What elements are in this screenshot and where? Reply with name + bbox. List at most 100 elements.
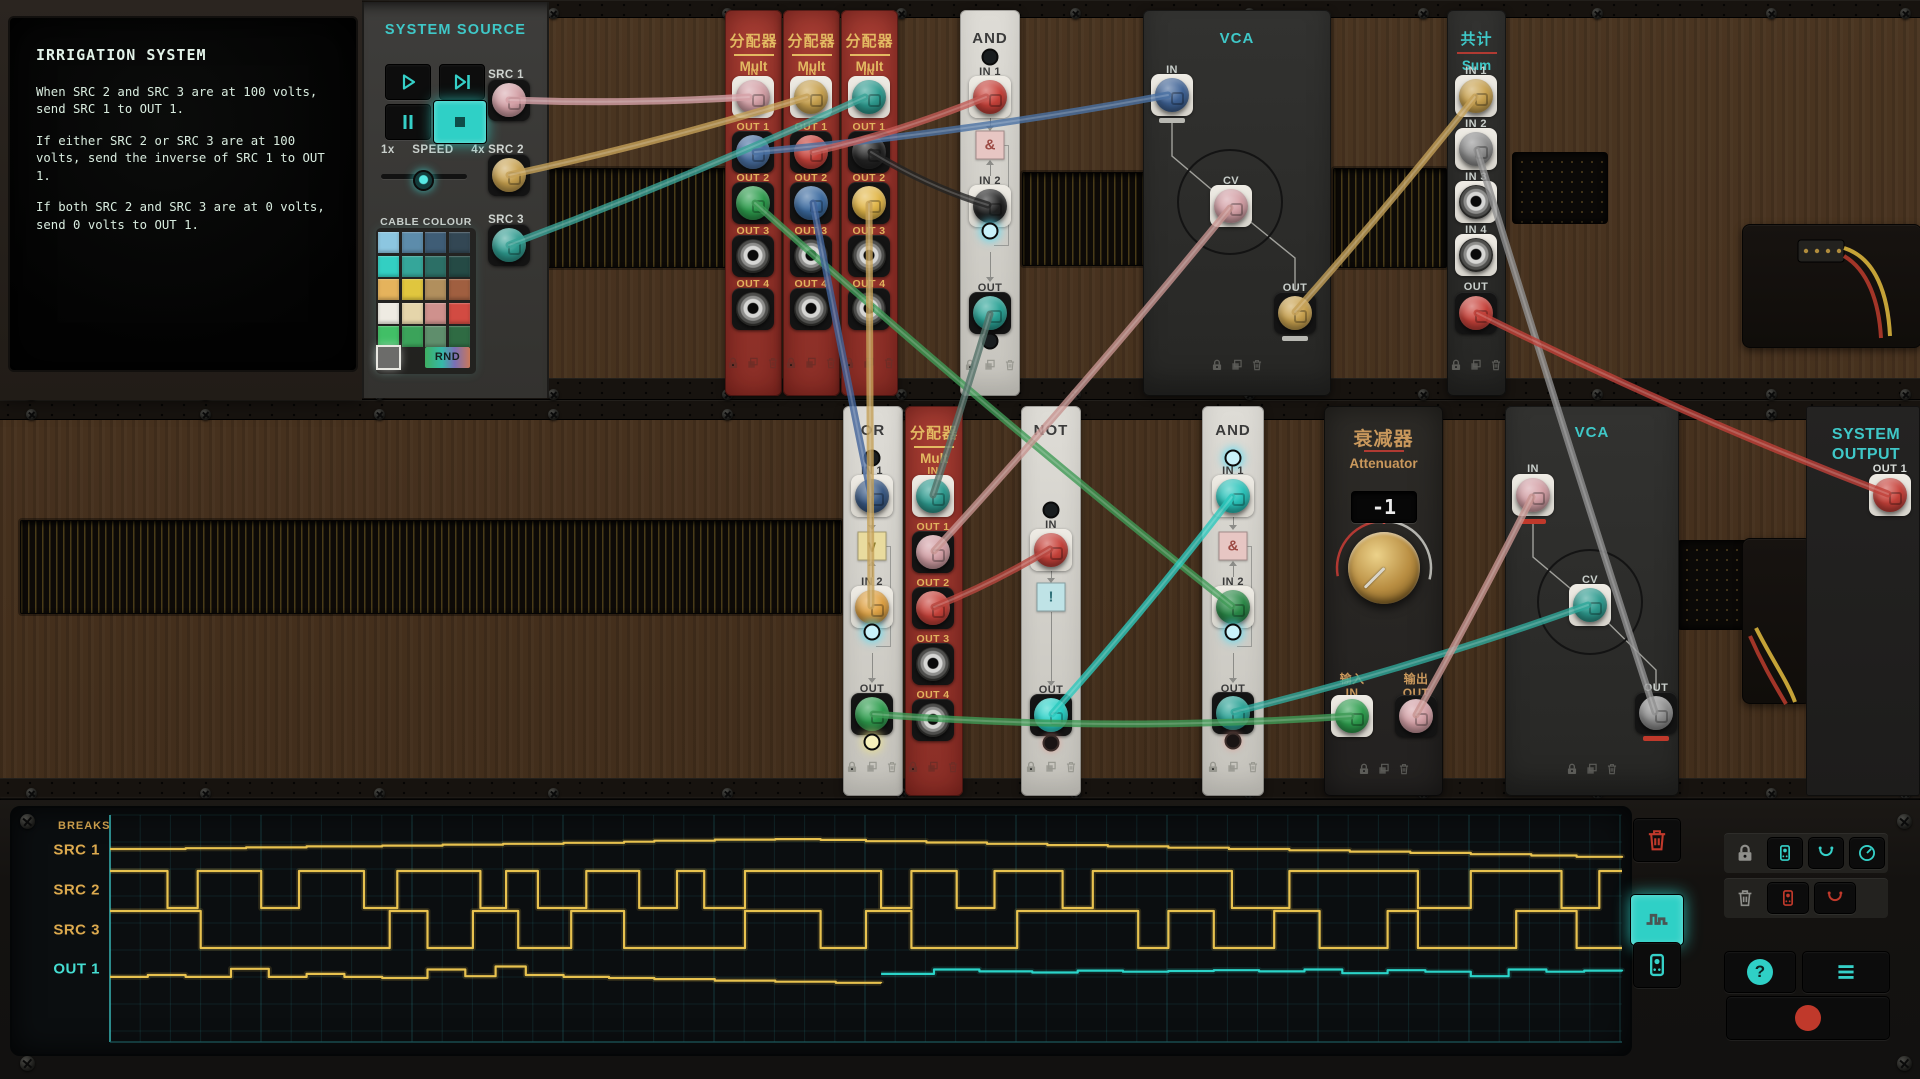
record-button[interactable] [1726, 996, 1890, 1040]
cable-colour-swatch[interactable] [449, 279, 470, 300]
cable-colour-swatch[interactable] [425, 232, 446, 253]
lock-cable-button[interactable] [1808, 837, 1844, 869]
module-trash-button[interactable] [1003, 358, 1017, 372]
cable-colour-swatch[interactable] [378, 326, 399, 347]
module-lock-button[interactable] [784, 356, 798, 370]
module-vca-top-in-port[interactable] [1155, 78, 1189, 112]
delete-cable-button[interactable] [1814, 882, 1856, 914]
module-trash-button[interactable] [882, 356, 896, 370]
module-trash-button[interactable] [1397, 762, 1411, 776]
cable-colour-swatch[interactable] [402, 279, 423, 300]
module-mult-2-out-2-port[interactable] [794, 186, 828, 220]
module-copy-button[interactable] [746, 356, 760, 370]
module-mult-1-out-4-jack[interactable] [736, 292, 770, 326]
module-sum-in-2-port[interactable] [1459, 132, 1493, 166]
cable-colour-swatch[interactable] [402, 256, 423, 277]
source-src-2-port[interactable] [492, 158, 526, 192]
cable-colour-swatch[interactable] [449, 232, 470, 253]
module-mult-mid-out-1-port[interactable] [916, 535, 950, 569]
module-copy-button[interactable] [1585, 762, 1599, 776]
transport-pause-button[interactable] [385, 104, 431, 140]
menu-button[interactable] [1802, 951, 1890, 993]
module-vca-mid-in-port[interactable] [1516, 478, 1550, 512]
module-not-out-port[interactable] [1034, 698, 1068, 732]
cable-colour-swatch[interactable] [425, 326, 446, 347]
module-system-output-out-1-port[interactable] [1873, 478, 1907, 512]
module-mult-mid-out-2-port[interactable] [916, 591, 950, 625]
module-and-top-in-2-port[interactable] [973, 189, 1007, 223]
module-mult-3-in-port[interactable] [852, 80, 886, 114]
module-mult-2-in-port[interactable] [794, 80, 828, 114]
module-lock-button[interactable] [726, 356, 740, 370]
module-trash-button[interactable] [824, 356, 838, 370]
module-vca-top-cv-port[interactable] [1214, 189, 1248, 223]
source-src-3-port[interactable] [492, 228, 526, 262]
module-copy-button[interactable] [865, 760, 879, 774]
cable-colour-swatch[interactable] [425, 303, 446, 324]
module-copy-button[interactable] [1377, 762, 1391, 776]
module-and-mid-in-1-port[interactable] [1216, 479, 1250, 513]
help-button[interactable]: ? [1724, 951, 1796, 993]
module-mult-3-out-3-jack[interactable] [852, 239, 886, 273]
module-or-in-2-port[interactable] [855, 590, 889, 624]
module-copy-button[interactable] [1226, 760, 1240, 774]
cable-colour-swatch[interactable] [378, 279, 399, 300]
module-copy-button[interactable] [1469, 358, 1483, 372]
module-lock-button[interactable] [906, 760, 920, 774]
module-mult-2-out-3-jack[interactable] [794, 239, 828, 273]
module-trash-button[interactable] [885, 760, 899, 774]
transport-stop-button[interactable] [433, 100, 487, 144]
module-sum-out-port[interactable] [1459, 296, 1493, 330]
cable-colour-swatch[interactable] [425, 279, 446, 300]
module-and-top-out-port[interactable] [973, 296, 1007, 330]
module-trash-button[interactable] [766, 356, 780, 370]
modules-view-button[interactable] [1633, 942, 1681, 988]
module-mult-mid-out-4-jack[interactable] [916, 703, 950, 737]
cable-colour-swatch[interactable] [449, 256, 470, 277]
module-lock-button[interactable] [1024, 760, 1038, 774]
module-copy-button[interactable] [1230, 358, 1244, 372]
module-copy-button[interactable] [926, 760, 940, 774]
module-vca-mid-out-port[interactable] [1639, 696, 1673, 730]
module-sum-in-1-port[interactable] [1459, 79, 1493, 113]
module-mult-2-out-1-port[interactable] [794, 135, 828, 169]
cable-colour-swatch[interactable] [378, 232, 399, 253]
cable-colour-swatch[interactable] [402, 232, 423, 253]
module-copy-button[interactable] [1044, 760, 1058, 774]
module-trash-button[interactable] [1489, 358, 1503, 372]
module-copy-button[interactable] [983, 358, 997, 372]
module-lock-button[interactable] [842, 356, 856, 370]
module-copy-button[interactable] [862, 356, 876, 370]
module-trash-button[interactable] [1064, 760, 1078, 774]
transport-play-button[interactable] [385, 64, 431, 100]
cable-colour-swatch[interactable] [378, 303, 399, 324]
module-trash-button[interactable] [1605, 762, 1619, 776]
module-not-in-port[interactable] [1034, 533, 1068, 567]
module-mult-1-out-2-port[interactable] [736, 186, 770, 220]
source-src-1-port[interactable] [492, 83, 526, 117]
module-lock-button[interactable] [1449, 358, 1463, 372]
module-lock-button[interactable] [1565, 762, 1579, 776]
lock-knob-button[interactable] [1849, 837, 1885, 869]
module-mult-2-out-4-jack[interactable] [794, 292, 828, 326]
module-attenuator-in-port[interactable] [1335, 699, 1369, 733]
module-lock-button[interactable] [1210, 358, 1224, 372]
module-mult-3-out-1-port[interactable] [852, 135, 886, 169]
module-mult-3-out-2-port[interactable] [852, 186, 886, 220]
attenuation-knob[interactable] [1348, 532, 1420, 604]
lock-module-button[interactable] [1767, 837, 1803, 869]
module-mult-3-out-4-jack[interactable] [852, 292, 886, 326]
cable-colour-swatch[interactable] [425, 256, 446, 277]
cable-colour-swatch[interactable] [449, 303, 470, 324]
module-lock-button[interactable] [1357, 762, 1371, 776]
module-trash-button[interactable] [1246, 760, 1260, 774]
module-mult-mid-out-3-jack[interactable] [916, 647, 950, 681]
module-and-mid-in-2-port[interactable] [1216, 590, 1250, 624]
module-sum-in-4-jack[interactable] [1459, 238, 1493, 272]
module-or-out-port[interactable] [855, 697, 889, 731]
breaks-view-button[interactable] [1630, 894, 1684, 946]
cable-colour-swatch[interactable] [402, 326, 423, 347]
module-lock-button[interactable] [1206, 760, 1220, 774]
module-trash-button[interactable] [946, 760, 960, 774]
delete-breaks-button[interactable] [1633, 818, 1681, 862]
